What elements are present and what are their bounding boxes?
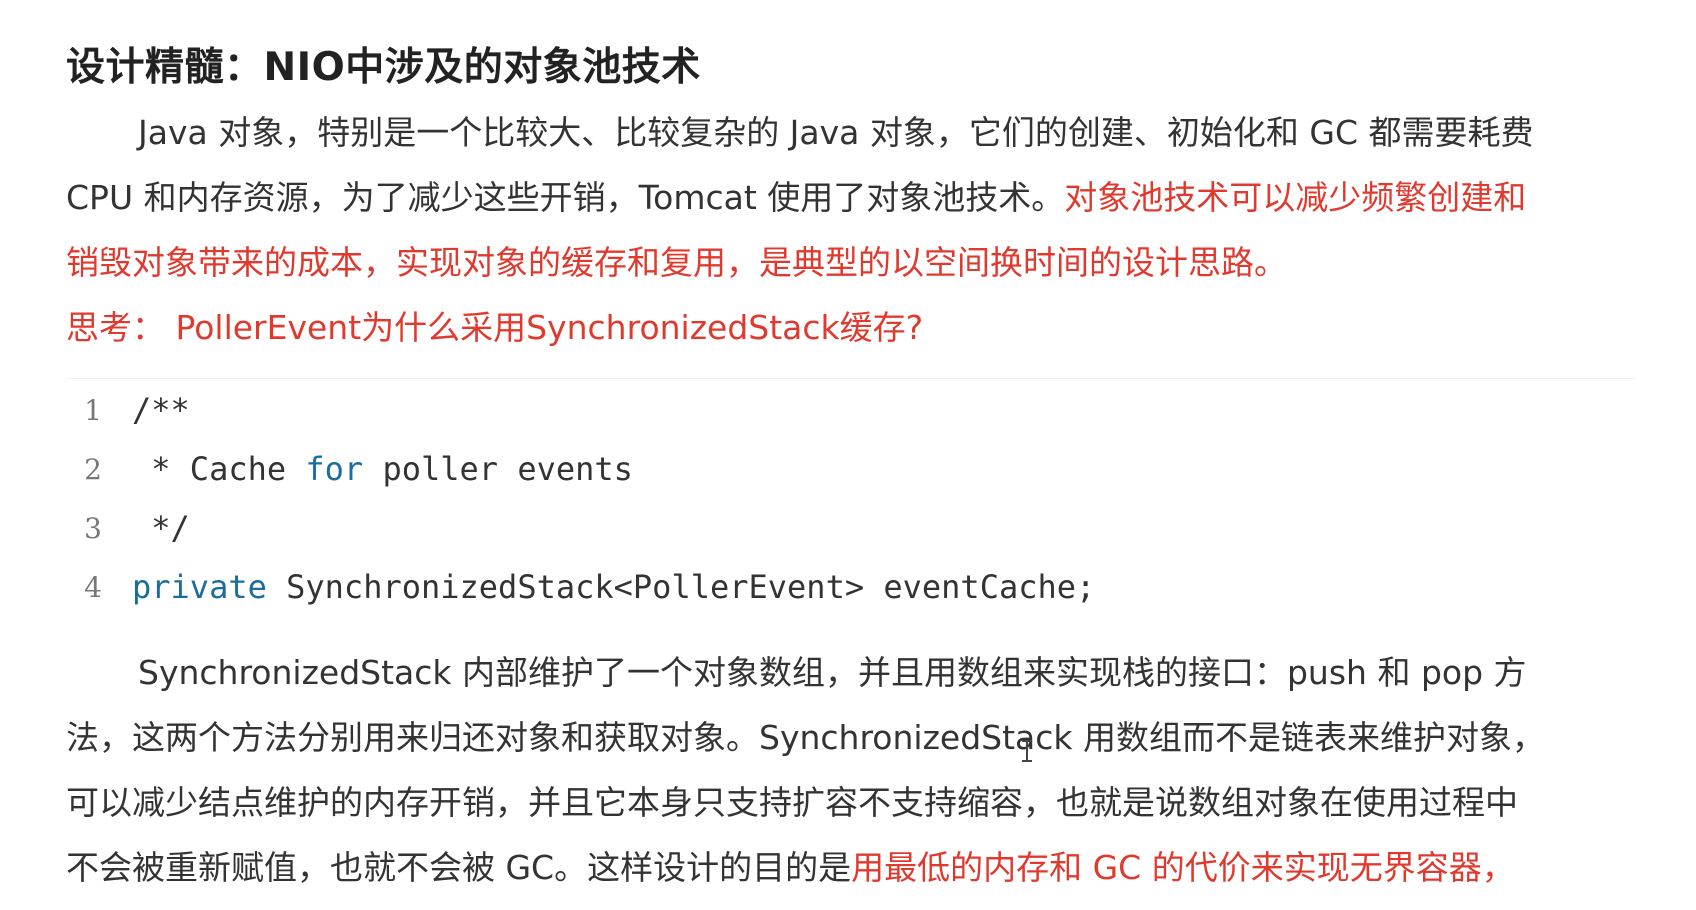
question-paragraph: 思考： PollerEvent为什么采用SynchronizedStack缓存? [66,295,1666,360]
body-line-3: 可以减少结点维护的内存开销，并且它本身只支持扩容不支持缩容，也就是说数组对象在使… [66,783,1518,822]
body-highlight: 用最低的内存和 GC 的代价来实现无界容器， [851,848,1515,887]
body-paragraph: SynchronizedStack 内部维护了一个对象数组，并且用数组来实现栈的… [66,640,1666,900]
code-fragment: SynchronizedStack<PollerEvent> eventCach… [266,568,1096,606]
body-line-4-text: 不会被重新赋值，也就不会被 GC。这样设计的目的是 [66,848,852,887]
code-fragment: poller events [363,450,633,488]
code-keyword: private [132,568,267,606]
line-number: 2 [84,453,102,486]
body-line-2: 法，这两个方法分别用来归还对象和获取对象。SynchronizedStack 用… [66,718,1545,757]
code-keyword: for [305,450,364,488]
line-number: 1 [84,394,102,427]
code-line: 1 /** [66,379,190,442]
code-line: 4 private SynchronizedStack<PollerEvent> … [66,556,1095,619]
intro-paragraph: Java 对象，特别是一个比较大、比较复杂的 Java 对象，它们的创建、初始化… [66,100,1666,295]
question-text: 思考： PollerEvent为什么采用SynchronizedStack缓存? [66,308,924,347]
code-text: private SynchronizedStack<PollerEvent> e… [132,556,1095,619]
code-line: 2 * Cache for poller events [66,438,633,501]
section-title: 设计精髓：NIO中涉及的对象池技术 [66,45,701,90]
code-text: * Cache for poller events [132,438,633,501]
intro-line-2: CPU 和内存资源，为了减少这些开销，Tomcat 使用了对象池技术。对象池技术… [66,165,1666,230]
code-text: /** [132,391,190,429]
line-number: 3 [84,512,102,545]
text-cursor-icon [1022,740,1032,762]
intro-highlight-2: 销毁对象带来的成本，实现对象的缓存和复用，是典型的以空间换时间的设计思路。 [66,243,1287,282]
intro-highlight-1: 对象池技术可以减少频繁创建和 [1064,178,1527,217]
code-text: */ [132,509,190,547]
code-line: 3 */ [66,497,190,560]
line-number: 4 [84,571,102,604]
code-fragment: * Cache [132,450,306,488]
intro-line-1: Java 对象，特别是一个比较大、比较复杂的 Java 对象，它们的创建、初始化… [138,113,1534,152]
code-block: 1/** 2 * Cache for poller events 3 */ 4p… [66,378,1636,639]
body-line-1: SynchronizedStack 内部维护了一个对象数组，并且用数组来实现栈的… [138,653,1527,692]
intro-line-2-text: CPU 和内存资源，为了减少这些开销，Tomcat 使用了对象池技术。 [66,178,1065,217]
body-line-4: 不会被重新赋值，也就不会被 GC。这样设计的目的是用最低的内存和 GC 的代价来… [66,835,1666,900]
